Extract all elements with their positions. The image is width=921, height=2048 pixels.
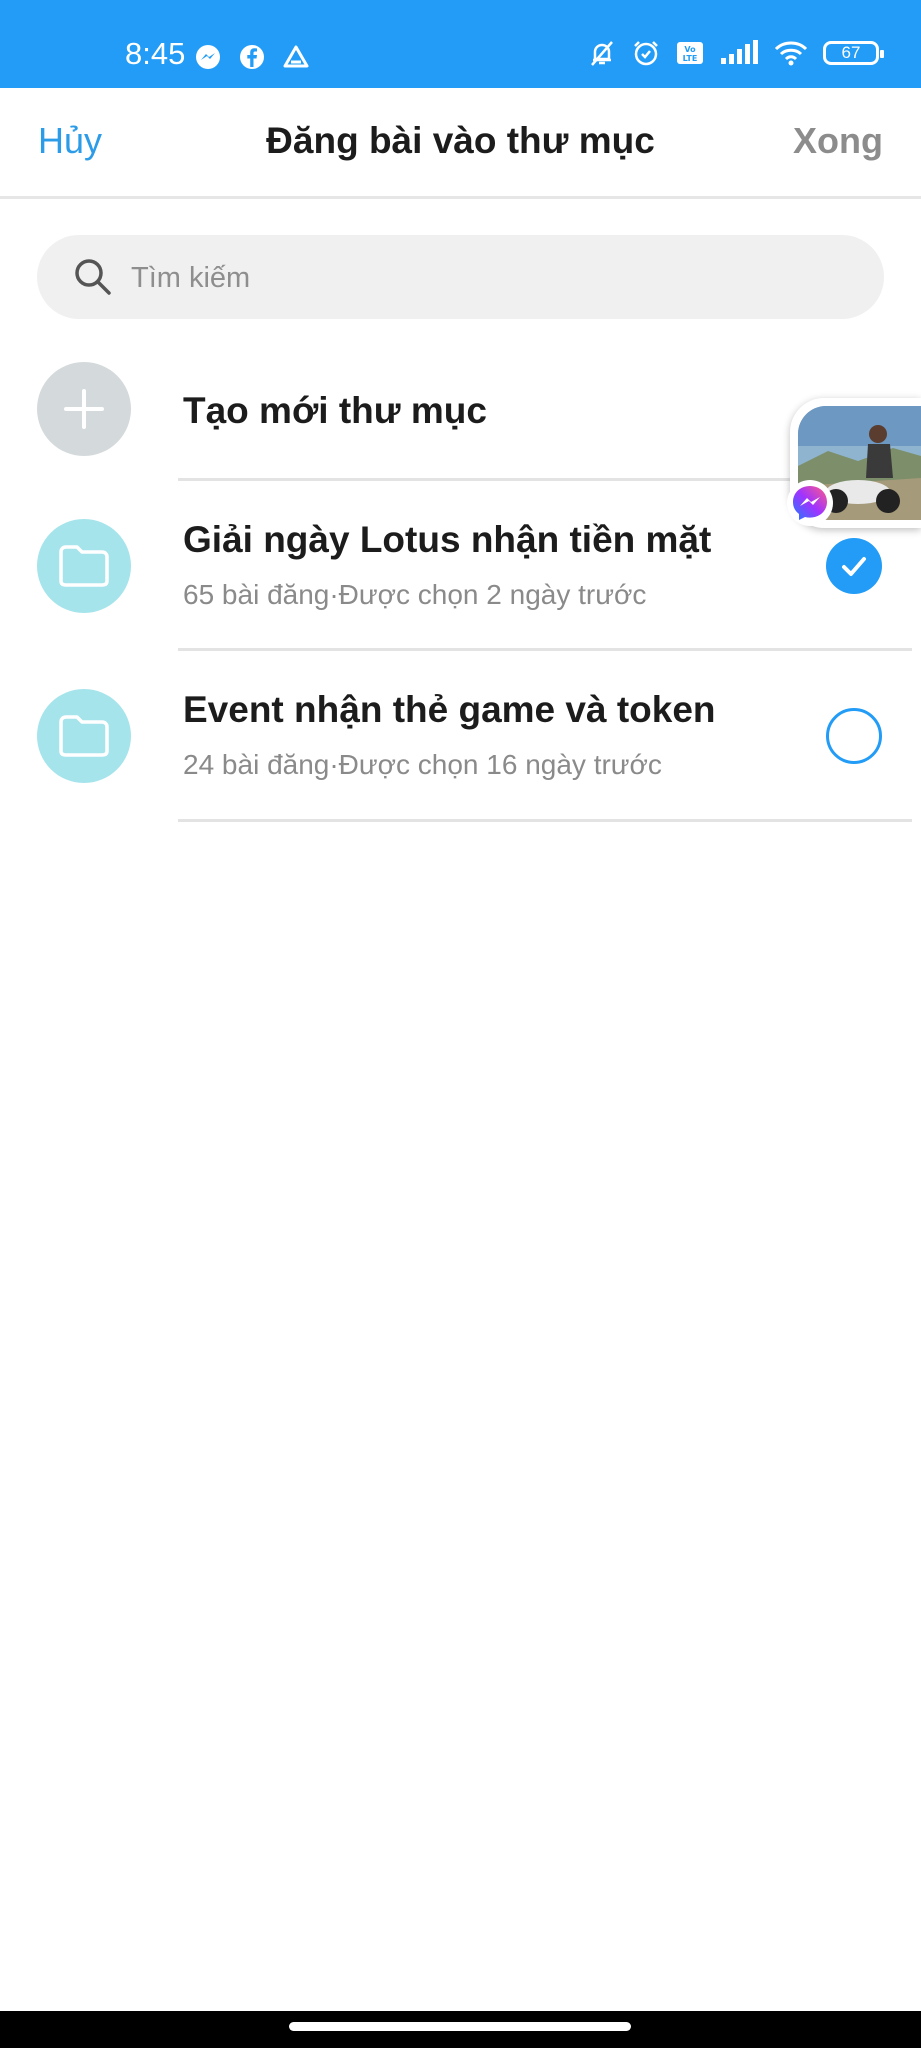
bell-off-icon [591, 41, 613, 66]
create-folder-circle [37, 362, 131, 456]
create-folder-row[interactable]: Tạo mới thư mục [0, 362, 921, 480]
signal-icon [721, 40, 758, 64]
folder-circle [37, 519, 131, 613]
messenger-icon [793, 486, 827, 520]
status-time: 8:45 [125, 36, 186, 71]
messenger-badge [787, 480, 833, 526]
status-bar: 8:45 Vo LTE 67 [0, 0, 921, 88]
folder-icon [59, 545, 109, 587]
folder-row[interactable]: Event nhận thẻ game và token 24 bài đăng… [0, 689, 921, 819]
facebook-icon [240, 45, 264, 69]
messenger-chat-head[interactable] [787, 398, 921, 528]
battery-indicator: 67 [823, 41, 884, 65]
folder-meta: 24 bài đăng·Được chọn 16 ngày trước [183, 749, 662, 780]
plus-icon [64, 389, 104, 429]
folder-name: Giải ngày Lotus nhận tiền mặt [183, 519, 712, 560]
page-title: Đăng bài vào thư mục [266, 120, 655, 161]
search-bar[interactable] [37, 235, 884, 319]
status-right-icons: Vo LTE 67 [587, 38, 884, 68]
system-nav-bar [0, 2011, 921, 2048]
folder-icon [59, 715, 109, 757]
svg-text:LTE: LTE [683, 54, 698, 63]
done-button[interactable]: Xong [793, 120, 883, 162]
folder-meta: 65 bài đăng·Được chọn 2 ngày trước [183, 579, 647, 610]
svg-text:Vo: Vo [684, 45, 696, 54]
folder-row[interactable]: Giải ngày Lotus nhận tiền mặt 65 bài đăn… [0, 519, 921, 649]
search-input[interactable] [129, 247, 833, 309]
divider [178, 648, 912, 651]
search-icon [75, 259, 111, 295]
drive-icon [283, 45, 309, 68]
home-gesture-bar[interactable] [289, 2022, 631, 2031]
cancel-button[interactable]: Hủy [38, 120, 102, 162]
wifi-icon [774, 41, 808, 66]
alarm-icon [634, 41, 658, 66]
unselected-radio[interactable] [826, 708, 882, 764]
checkmark-icon [842, 557, 866, 576]
folder-name: Event nhận thẻ game và token [183, 689, 716, 730]
selected-check[interactable] [826, 538, 882, 594]
messenger-icon [196, 45, 220, 69]
header-bar: Đăng bài vào thư mục Hủy Xong [0, 88, 921, 199]
divider [178, 819, 912, 822]
status-left-icons [193, 42, 311, 72]
create-folder-label: Tạo mới thư mục [183, 390, 487, 431]
folder-circle [37, 689, 131, 783]
volte-icon: Vo LTE [677, 42, 703, 64]
